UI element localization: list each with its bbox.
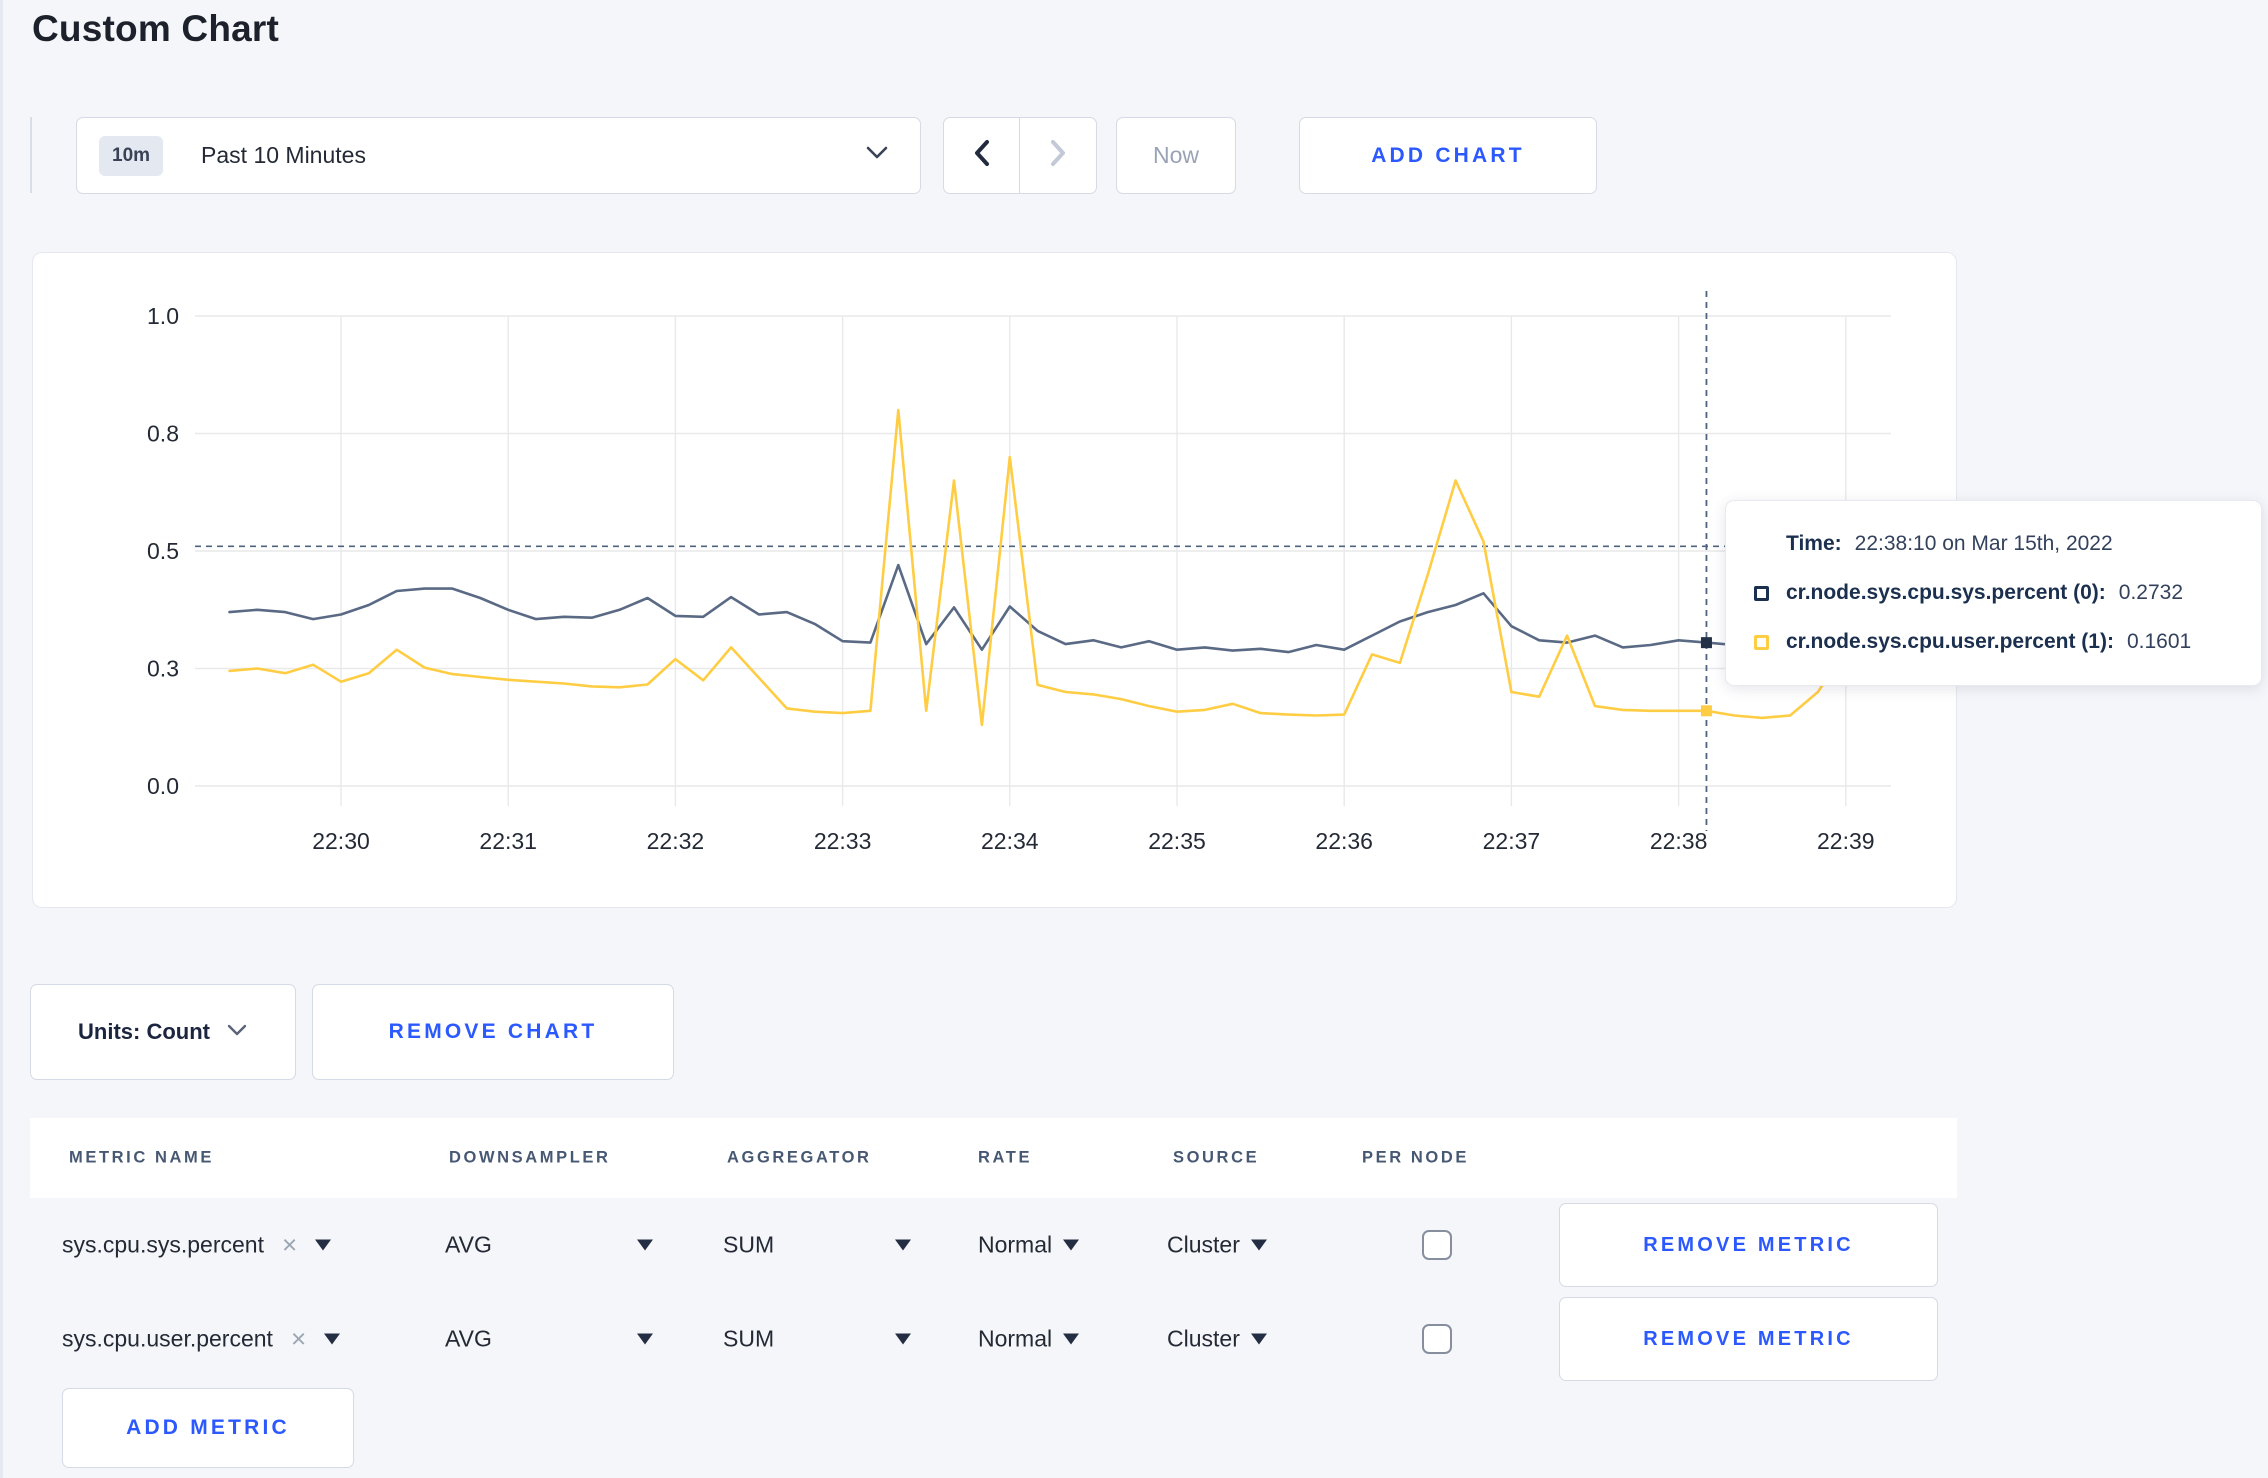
source-select[interactable]: Cluster [1167,1232,1267,1259]
next-interval-button[interactable] [1020,118,1096,193]
col-header-metric-name: METRIC NAME [69,1148,215,1167]
chart-hover-tooltip: Time: 22:38:10 on Mar 15th, 2022 cr.node… [1725,500,2262,686]
units-label: Units: Count [78,1019,210,1044]
tooltip-series-value: 0.2732 [2118,581,2184,604]
rate-value: Normal [978,1231,1053,1258]
remove-metric-button[interactable]: REMOVE METRIC [1559,1297,1938,1381]
rate-select[interactable]: Normal [978,1325,1080,1353]
downsampler-value: AVG [445,1325,492,1352]
svg-text:22:35: 22:35 [1148,828,1206,854]
page-title: Custom Chart [32,8,280,49]
svg-text:22:30: 22:30 [312,828,370,854]
metric-name-select[interactable]: sys.cpu.user.percent × [62,1324,341,1355]
svg-text:22:32: 22:32 [647,828,705,854]
tooltip-series-row: cr.node.sys.cpu.user.percent (1): 0.1601 [1754,630,2241,654]
caret-down-icon [324,1333,341,1345]
metric-name-value: sys.cpu.sys.percent [62,1231,264,1258]
col-header-per-node: PER NODE [1362,1148,1469,1167]
caret-down-icon [1063,1333,1080,1345]
chevron-down-icon [864,145,890,166]
caret-down-icon [637,1333,653,1345]
tooltip-series-value: 0.1601 [2126,630,2192,653]
metric-name-select[interactable]: sys.cpu.sys.percent × [62,1230,332,1261]
tooltip-time-row: Time: 22:38:10 on Mar 15th, 2022 [1754,532,2241,556]
toolbar-divider [30,117,32,193]
per-node-checkbox[interactable] [1422,1324,1452,1354]
svg-text:22:36: 22:36 [1315,828,1373,854]
user-percent-swatch-icon [1754,634,1769,650]
tooltip-series-label: cr.node.sys.cpu.user.percent (1): [1786,630,2114,653]
aggregator-select[interactable]: SUM [723,1326,911,1353]
tooltip-series-row: cr.node.sys.cpu.sys.percent (0): 0.2732 [1754,581,2241,605]
clear-metric-icon[interactable]: × [282,1230,297,1261]
col-header-downsampler: DOWNSAMPLER [449,1148,611,1167]
aggregator-value: SUM [723,1231,775,1258]
add-chart-button[interactable]: ADD CHART [1299,117,1597,194]
add-metric-button[interactable]: ADD METRIC [62,1388,354,1468]
col-header-source: SOURCE [1173,1148,1260,1167]
cpu-percent-line-chart[interactable]: 0.0 0.3 0.5 0.8 1.0 22:30 22:31 22:32 22:33 22:34… [33,253,1955,906]
metrics-table-header: METRIC NAME DOWNSAMPLER AGGREGATOR RATE … [30,1118,1957,1198]
col-header-aggregator: AGGREGATOR [727,1148,872,1167]
svg-text:1.0: 1.0 [147,303,179,329]
per-node-checkbox[interactable] [1422,1230,1452,1260]
caret-down-icon [1250,1239,1267,1251]
tooltip-time-label: Time: [1786,532,1842,555]
rate-value: Normal [978,1325,1053,1352]
caret-down-icon [315,1239,332,1251]
metric-row: sys.cpu.user.percent × AVG SUM Normal Cl… [30,1292,1957,1386]
svg-text:0.0: 0.0 [147,773,179,799]
units-dropdown[interactable]: Units: Count [30,984,296,1080]
col-header-rate: RATE [978,1148,1033,1167]
svg-text:22:37: 22:37 [1483,828,1541,854]
svg-text:0.5: 0.5 [147,538,179,564]
downsampler-select[interactable]: AVG [445,1326,653,1353]
rate-select[interactable]: Normal [978,1231,1080,1259]
chart-panel: 0.0 0.3 0.5 0.8 1.0 22:30 22:31 22:32 22:33 22:34… [32,252,1957,908]
caret-down-icon [1250,1333,1267,1345]
chevron-down-icon [226,1023,248,1042]
time-range-dropdown[interactable]: 10m Past 10 Minutes [76,117,921,194]
source-value: Cluster [1167,1325,1240,1352]
chevron-left-icon [973,139,991,172]
caret-down-icon [1063,1239,1080,1251]
source-select[interactable]: Cluster [1167,1326,1267,1353]
downsampler-value: AVG [445,1231,492,1258]
svg-text:22:39: 22:39 [1817,828,1875,854]
tooltip-series-label: cr.node.sys.cpu.sys.percent (0): [1786,581,2106,604]
svg-text:22:38: 22:38 [1650,828,1708,854]
svg-text:22:34: 22:34 [981,828,1039,854]
aggregator-value: SUM [723,1325,775,1352]
chevron-right-icon [1049,139,1067,172]
time-pager [943,117,1097,194]
prev-interval-button[interactable] [944,118,1020,193]
tooltip-time-value: 22:38:10 on Mar 15th, 2022 [1854,532,2113,555]
remove-chart-button[interactable]: REMOVE CHART [312,984,674,1080]
caret-down-icon [637,1239,653,1251]
caret-down-icon [895,1333,911,1345]
clear-metric-icon[interactable]: × [291,1324,306,1355]
metric-row: sys.cpu.sys.percent × AVG SUM Normal Clu… [30,1198,1957,1292]
sys-percent-swatch-icon [1754,585,1769,601]
downsampler-select[interactable]: AVG [445,1232,653,1259]
caret-down-icon [895,1239,911,1251]
svg-text:22:31: 22:31 [479,828,537,854]
time-range-label: Past 10 Minutes [201,142,366,168]
time-range-badge: 10m [99,135,164,176]
now-button[interactable]: Now [1116,117,1236,194]
svg-text:0.3: 0.3 [147,656,179,682]
aggregator-select[interactable]: SUM [723,1232,911,1259]
metric-name-value: sys.cpu.user.percent [62,1325,273,1352]
svg-text:22:33: 22:33 [814,828,872,854]
remove-metric-button[interactable]: REMOVE METRIC [1559,1203,1938,1287]
svg-text:0.8: 0.8 [147,421,179,447]
custom-chart-page: Custom Chart 10m Past 10 Minutes Now ADD… [0,0,2268,1478]
source-value: Cluster [1167,1231,1240,1258]
